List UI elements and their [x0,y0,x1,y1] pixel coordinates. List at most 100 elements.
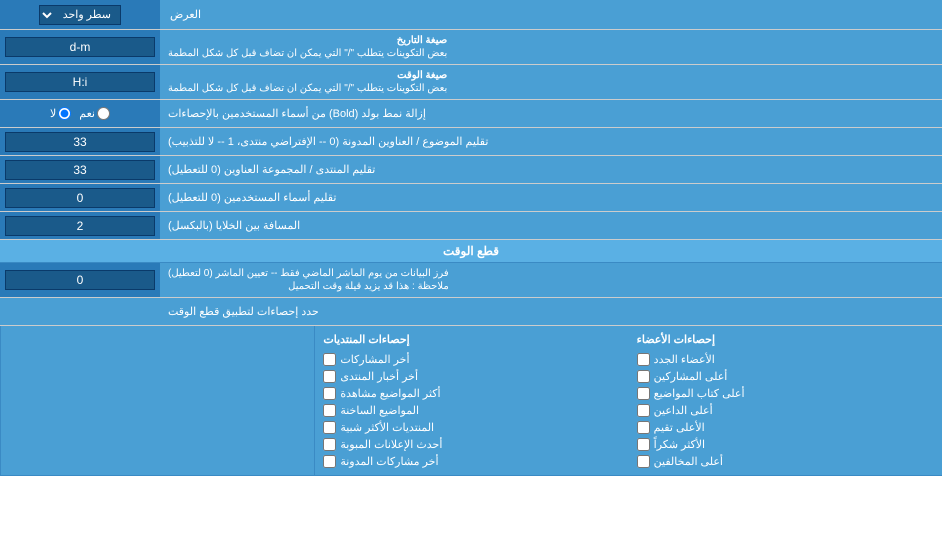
new-members-item[interactable]: الأعضاء الجدد [637,351,934,368]
bold-remove-row: إزالة نمط بولد (Bold) من أسماء المستخدمي… [0,100,942,128]
latest-topics-checkbox[interactable] [323,404,336,417]
radio-yes[interactable] [97,107,110,120]
cell-distance-input-cell[interactable] [0,212,160,239]
latest-memberships-checkbox[interactable] [323,455,336,468]
date-format-label: صيغة التاريخ بعض التكوينات يتطلب "/" الت… [160,30,942,64]
cell-distance-input[interactable] [5,216,155,236]
radio-yes-text: نعم [79,107,95,120]
topic-title-sort-label-text: تقليم الموضوع / العناوين المدونة (0 -- ا… [168,135,488,148]
top-posters-checkbox[interactable] [637,370,650,383]
latest-memberships-item[interactable]: أخر مشاركات المدونة [323,453,620,470]
cutoff-input[interactable] [5,270,155,290]
latest-memberships-label: أخر مشاركات المدونة [340,455,438,468]
new-members-label: الأعضاء الجدد [654,353,715,366]
member-stats-title: إحصاءات الأعضاء [637,331,934,348]
top-authors-item[interactable]: أعلى كتاب المواضيع [637,385,934,402]
top-posters2-item[interactable]: أعلى الداعين [637,402,934,419]
top-raters-checkbox[interactable] [637,421,650,434]
time-format-title: صيغة الوقت [168,70,447,81]
date-format-row: صيغة التاريخ بعض التكوينات يتطلب "/" الت… [0,30,942,65]
new-members-checkbox[interactable] [637,353,650,366]
forum-group-sort-label-text: تقليم المنتدى / المجموعة العناوين (0 للت… [168,163,375,176]
top-admins-checkbox[interactable] [637,455,650,468]
latest-ads-item[interactable]: أحدث الإعلانات المبوبة [323,436,620,453]
top-admins-item[interactable]: أعلى المخالفين [637,453,934,470]
cutoff-label: فرز البيانات من يوم الماشر الماضي فقط --… [160,263,942,297]
user-names-sort-row: تقليم أسماء المستخدمين (0 للتعطيل) [0,184,942,212]
stats-header-row: حدد إحصاءات لتطبيق قطع الوقت [0,298,942,326]
cell-distance-label: المسافة بين الخلايا (بالبكسل) [160,212,942,239]
top-posters2-checkbox[interactable] [637,404,650,417]
forum-group-sort-input[interactable] [5,160,155,180]
bold-remove-label-text: إزالة نمط بولد (Bold) من أسماء المستخدمي… [168,107,426,120]
most-thanked-checkbox[interactable] [637,438,650,451]
latest-ads-checkbox[interactable] [323,438,336,451]
top-raters-item[interactable]: الأعلى تقيم [637,419,934,436]
bold-remove-label: إزالة نمط بولد (Bold) من أسماء المستخدمي… [160,100,942,127]
forum-group-sort-row: تقليم المنتدى / المجموعة العناوين (0 للت… [0,156,942,184]
cutoff-label-inner: فرز البيانات من يوم الماشر الماضي فقط --… [168,268,449,292]
cutoff-input-cell[interactable] [0,263,160,297]
top-posters-item[interactable]: أعلى المشاركين [637,368,934,385]
most-viewed-item[interactable]: أكثر المواضيع مشاهدة [323,385,620,402]
cell-distance-row: المسافة بين الخلايا (بالبكسل) [0,212,942,240]
date-format-title: صيغة التاريخ [168,35,447,46]
most-thanked-label: الأكثر شكراً [654,438,705,451]
time-format-label-text: صيغة الوقت بعض التكوينات يتطلب "/" التي … [168,70,447,94]
latest-news-item[interactable]: أخر أخبار المنتدى [323,368,620,385]
cutoff-note-container: ملاحظة : هذا قد يزيد قيلة وقت التحميل [168,281,449,292]
top-raters-label: الأعلى تقيم [654,421,705,434]
cell-distance-label-text: المسافة بين الخلايا (بالبكسل) [168,219,300,232]
latest-topics-item[interactable]: المواضيع الساخنة [323,402,620,419]
radio-yes-label[interactable]: نعم [79,107,110,120]
cutoff-section-header: قطع الوقت [0,240,942,263]
empty-col [0,326,314,475]
topic-title-sort-input[interactable] [5,132,155,152]
topic-title-sort-label: تقليم الموضوع / العناوين المدونة (0 -- ا… [160,128,942,155]
most-thanked-item[interactable]: الأكثر شكراً [637,436,934,453]
checkbox-section: إحصاءات الأعضاء الأعضاء الجدد أعلى المشا… [0,326,942,476]
display-select[interactable]: سطر واحد سطرين ثلاثة أسطر [39,5,121,25]
top-row: العرض سطر واحد سطرين ثلاثة أسطر [0,0,942,30]
latest-topics-label: المواضيع الساخنة [340,404,419,417]
user-names-sort-input[interactable] [5,188,155,208]
most-viewed-label: أكثر المواضيع مشاهدة [340,387,440,400]
radio-no-label[interactable]: لا [50,107,71,120]
forum-group-sort-input-cell[interactable] [0,156,160,183]
cutoff-section-title: قطع الوقت [443,244,499,258]
date-format-label-text: صيغة التاريخ بعض التكوينات يتطلب "/" الت… [168,35,447,59]
top-admins-label: أعلى المخالفين [654,455,723,468]
latest-posts-item[interactable]: أخر المشاركات [323,351,620,368]
top-label-text: العرض [170,8,201,21]
latest-news-label: أخر أخبار المنتدى [340,370,418,383]
date-format-input-cell[interactable] [0,30,160,64]
most-viewed-checkbox[interactable] [323,387,336,400]
date-format-sublabel: بعض التكوينات يتطلب "/" التي يمكن ان تضا… [168,48,447,59]
similar-forums-label: المنتديات الأكثر شبية [340,421,434,434]
similar-forums-item[interactable]: المنتديات الأكثر شبية [323,419,620,436]
top-select-cell[interactable]: سطر واحد سطرين ثلاثة أسطر [0,0,160,29]
stats-header-label: حدد إحصاءات لتطبيق قطع الوقت [160,298,942,325]
user-names-sort-input-cell[interactable] [0,184,160,211]
top-posters2-label: أعلى الداعين [654,404,713,417]
time-format-input-cell[interactable] [0,65,160,99]
member-stats-title-text: إحصاءات الأعضاء [637,333,715,346]
radio-no[interactable] [58,107,71,120]
cutoff-row: فرز البيانات من يوم الماشر الماضي فقط --… [0,263,942,298]
date-format-input[interactable] [5,37,155,57]
latest-posts-checkbox[interactable] [323,353,336,366]
forum-stats-col: إحصاءات المنتديات أخر المشاركات أخر أخبا… [314,326,628,475]
time-format-input[interactable] [5,72,155,92]
user-names-sort-label-text: تقليم أسماء المستخدمين (0 للتعطيل) [168,191,336,204]
latest-news-checkbox[interactable] [323,370,336,383]
top-authors-checkbox[interactable] [637,387,650,400]
top-label: العرض [160,0,942,29]
stats-header-text: حدد إحصاءات لتطبيق قطع الوقت [168,305,319,318]
latest-ads-label: أحدث الإعلانات المبوبة [340,438,442,451]
similar-forums-checkbox[interactable] [323,421,336,434]
topic-title-sort-input-cell[interactable] [0,128,160,155]
forum-stats-title: إحصاءات المنتديات [323,331,620,348]
bold-remove-radio-cell[interactable]: نعم لا [0,100,160,127]
cutoff-note-text: ملاحظة : هذا قد يزيد قيلة وقت التحميل [288,281,449,292]
cutoff-label-text: فرز البيانات من يوم الماشر الماضي فقط --… [168,268,449,279]
